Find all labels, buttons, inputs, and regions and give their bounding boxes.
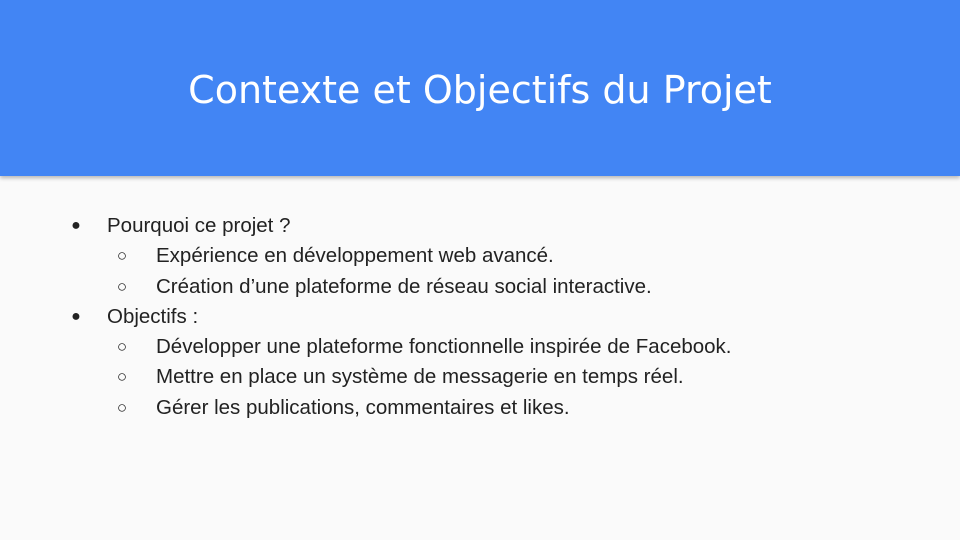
hollow-bullet-icon: ○	[116, 337, 128, 357]
section-label: Pourquoi ce projet ?	[107, 214, 291, 237]
list-item-text: Mettre en place un système de messagerie…	[156, 365, 684, 389]
list-item: ○ Développer une plateforme fonctionnell…	[0, 332, 960, 362]
list-item-text: Gérer les publications, commentaires et …	[156, 395, 570, 419]
list-item: ○ Expérience en développement web avancé…	[0, 241, 960, 271]
section-item: ● Objectifs :	[0, 302, 960, 332]
filled-bullet-icon: ●	[71, 307, 81, 325]
hollow-bullet-icon: ○	[116, 246, 128, 266]
slide-title: Contexte et Objectifs du Projet	[188, 68, 772, 112]
list-item: ○ Mettre en place un système de messager…	[0, 362, 960, 392]
list-item: ○ Gérer les publications, commentaires e…	[0, 393, 960, 423]
slide: Contexte et Objectifs du Projet ● Pourqu…	[0, 0, 960, 540]
list-item-text: Création d’une plateforme de réseau soci…	[156, 274, 652, 298]
bullet-list: ● Pourquoi ce projet ? ○ Expérience en d…	[0, 211, 960, 423]
hollow-bullet-icon: ○	[116, 276, 128, 296]
list-item-text: Expérience en développement web avancé.	[156, 244, 554, 268]
hollow-bullet-icon: ○	[116, 367, 128, 387]
filled-bullet-icon: ●	[71, 217, 81, 234]
title-banner: Contexte et Objectifs du Projet	[0, 0, 960, 176]
list-item: ○ Création d’une plateforme de réseau so…	[0, 272, 960, 302]
list-item-text: Développer une plateforme fonctionnelle …	[156, 335, 732, 359]
section-label: Objectifs :	[107, 304, 199, 328]
section-item: ● Pourquoi ce projet ?	[0, 211, 960, 241]
hollow-bullet-icon: ○	[116, 397, 128, 417]
